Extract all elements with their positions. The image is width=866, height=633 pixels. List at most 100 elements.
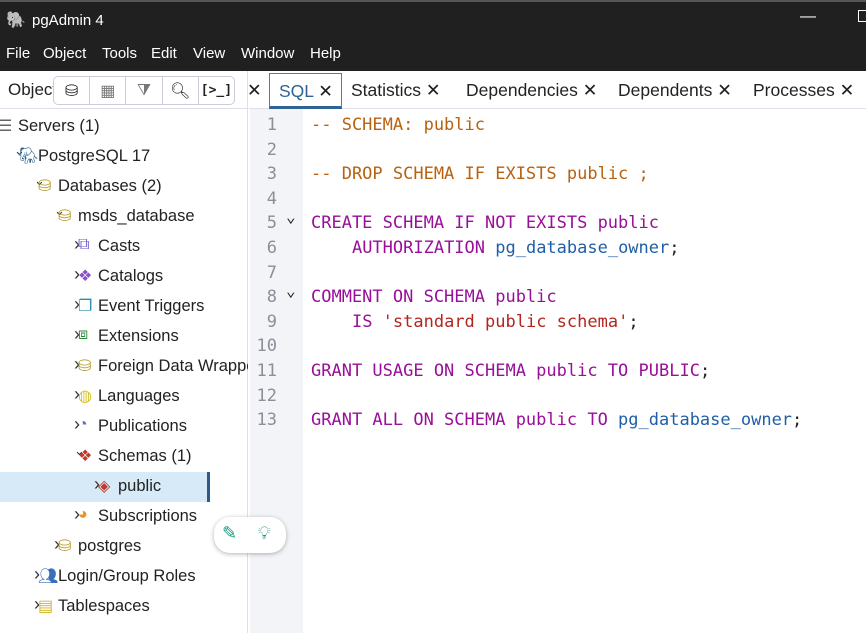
tree-item[interactable]: › ▤ Tablespaces — [0, 592, 248, 622]
tree-item[interactable]: › ❐ Event Triggers — [0, 292, 248, 322]
maximize-button[interactable] — [858, 10, 866, 22]
code-line: 1 -- SCHEMA: public — [249, 115, 866, 140]
database-icon: ⛁ — [38, 178, 52, 195]
subscription-icon: ◕ — [78, 506, 88, 523]
line-number: 8 — [266, 287, 277, 308]
tree-item[interactable]: ⌄ 🐘︎ PostgreSQL 17 — [0, 142, 248, 172]
close-tab-icon[interactable]: ✕ — [835, 80, 855, 100]
close-tab-icon[interactable]: ✕ — [578, 80, 598, 100]
line-number: 11 — [256, 361, 277, 381]
object-explorer-panel: Object Explorer ⛁ ▦ ⧩ 🔍︎ [>_] ☰ Servers (… — [0, 71, 248, 633]
publication-icon: ◔ — [78, 416, 88, 433]
token-pl: ; — [628, 311, 639, 332]
tree-item[interactable]: ⌄ ⛁ msds_database — [0, 202, 248, 232]
token-kw: AUTHORIZATION — [351, 238, 496, 258]
tree-item-label: public — [118, 477, 162, 495]
database-icon: ⛁ — [58, 208, 72, 225]
tree-item-label: Languages — [98, 387, 180, 405]
tab-label: Statistics — [351, 80, 422, 100]
tab-statistics[interactable]: Statistics ✕ — [351, 73, 441, 109]
servers-icon: ☰ — [0, 118, 13, 135]
lightbulb-icon[interactable]: 💡︎ — [258, 523, 271, 544]
tree-item[interactable]: ⌄ ❖ Schemas (1) — [0, 442, 248, 472]
token-st: 'standard public schema' — [382, 311, 629, 332]
tree-item-label: Databases (2) — [58, 177, 162, 195]
tree-item-label: Login/Group Roles — [58, 567, 196, 585]
token-pl: ; — [792, 410, 803, 431]
code-line: 5 ⌄ CREATE SCHEMA IF NOT EXISTS public — [249, 207, 866, 238]
object-explorer-tab[interactable]: Object Explorer — [8, 80, 54, 100]
tree-item-label: Schemas (1) — [98, 447, 192, 465]
tab-sql[interactable]: SQL ✕ — [269, 73, 342, 109]
tree-item[interactable]: › ◕ Subscriptions — [0, 502, 248, 532]
pgadmin-elephant-icon: 🐘 — [6, 12, 26, 29]
line-number: 7 — [266, 262, 277, 283]
postgres-elephant-icon: 🐘︎ — [18, 148, 39, 165]
tab-label: Dependencies — [466, 80, 578, 100]
code-text: COMMENT ON SCHEMA public — [311, 287, 557, 307]
menu-edit[interactable]: Edit — [151, 45, 177, 62]
tab-label: Processes — [753, 80, 835, 100]
tree-item[interactable]: › ⛁ postgres — [0, 532, 248, 562]
tree-item[interactable]: › 👥︎ Login/Group Roles — [0, 562, 248, 592]
menu-file[interactable]: File — [6, 45, 30, 62]
code-line: 12 — [249, 386, 866, 411]
tree-item[interactable]: › ⧉ Casts — [0, 232, 248, 262]
psql-tool-icon[interactable]: [>_] — [199, 77, 234, 104]
tree-item-label: msds_database — [78, 207, 195, 225]
tree-item[interactable]: › ⧈ Extensions — [0, 322, 248, 352]
tree-item-label: PostgreSQL 17 — [38, 147, 151, 165]
line-number: 6 — [266, 238, 277, 258]
close-tab-icon[interactable]: ✕ — [712, 80, 732, 100]
title-bar: 🐘 pgAdmin 4 — — [0, 0, 866, 38]
code-line: 4 — [249, 189, 866, 214]
tree-item[interactable]: ›⛁Foreign Data Wrappers — [0, 352, 248, 382]
menu-help[interactable]: Help — [310, 45, 341, 62]
tree-item-label: Foreign Data Wrappers — [98, 357, 248, 375]
tab-bar: ✕ SQL ✕ Statistics ✕ Dependencies ✕ Depende… — [247, 71, 866, 109]
tab-dependents[interactable]: Dependents ✕ — [618, 73, 732, 109]
search-objects-icon[interactable]: 🔍︎ — [163, 77, 199, 104]
tree-item[interactable]: ⌄ ⛁ Databases (2) — [0, 172, 248, 202]
line-number: 13 — [256, 410, 277, 431]
menu-view[interactable]: View — [193, 45, 225, 62]
line-number: 1 — [266, 115, 277, 135]
tree-item[interactable]: › ◍ Languages — [0, 382, 248, 412]
code-text: -- DROP SCHEMA IF EXISTS public ; — [311, 164, 649, 184]
menu-object[interactable]: Object — [43, 45, 86, 62]
tree-item[interactable]: › ❖ Catalogs — [0, 262, 248, 292]
tree-item[interactable]: › ◈ public — [0, 472, 210, 502]
token-nm: pg_database_owner — [495, 238, 670, 258]
cast-icon: ⧉ — [78, 236, 90, 253]
fold-chevron-icon[interactable]: ⌄ — [286, 207, 296, 226]
window-title: pgAdmin 4 — [32, 12, 104, 29]
view-data-icon[interactable]: ▦ — [90, 77, 127, 104]
token-cm: -- DROP SCHEMA IF EXISTS public ; — [311, 164, 649, 185]
close-tab-icon[interactable]: ✕ — [313, 81, 333, 101]
ai-pencil-sparkle-icon[interactable]: ✎ — [222, 523, 237, 544]
token-pl: ; — [699, 361, 711, 381]
tree-item-label: postgres — [78, 537, 142, 555]
catalog-icon: ❖ — [78, 268, 93, 285]
fold-chevron-icon[interactable]: ⌄ — [286, 281, 296, 300]
menu-tools[interactable]: Tools — [102, 45, 137, 62]
minimize-button[interactable]: — — [800, 8, 816, 26]
close-explorer-tab-icon[interactable]: ✕ — [247, 73, 262, 109]
tab-processes[interactable]: Processes ✕ — [753, 73, 854, 109]
token-kw: GRANT ALL ON SCHEMA public TO — [311, 410, 619, 431]
explorer-toolbar: ⛁ ▦ ⧩ 🔍︎ [>_] — [53, 76, 235, 105]
main-panel: ✕ SQL ✕ Statistics ✕ Dependencies ✕ Depende… — [247, 71, 866, 633]
event-trigger-icon: ❐ — [78, 298, 93, 315]
code-text: AUTHORIZATION pg_database_owner; — [311, 238, 680, 258]
query-tool-icon[interactable]: ⛁ — [54, 77, 91, 104]
tab-dependencies[interactable]: Dependencies ✕ — [466, 73, 597, 109]
tab-label: Dependents — [618, 80, 713, 100]
tree-item[interactable]: ☰ Servers (1) — [0, 112, 248, 142]
tree-item[interactable]: › ◔ Publications — [0, 412, 248, 442]
close-tab-icon[interactable]: ✕ — [421, 80, 441, 100]
menu-window[interactable]: Window — [241, 45, 294, 62]
filtered-rows-icon[interactable]: ⧩ — [126, 77, 163, 104]
token-kw: GRANT USAGE ON SCHEMA public TO PUBLIC — [311, 361, 700, 381]
code-line: 6 AUTHORIZATION pg_database_owner; — [249, 238, 866, 263]
